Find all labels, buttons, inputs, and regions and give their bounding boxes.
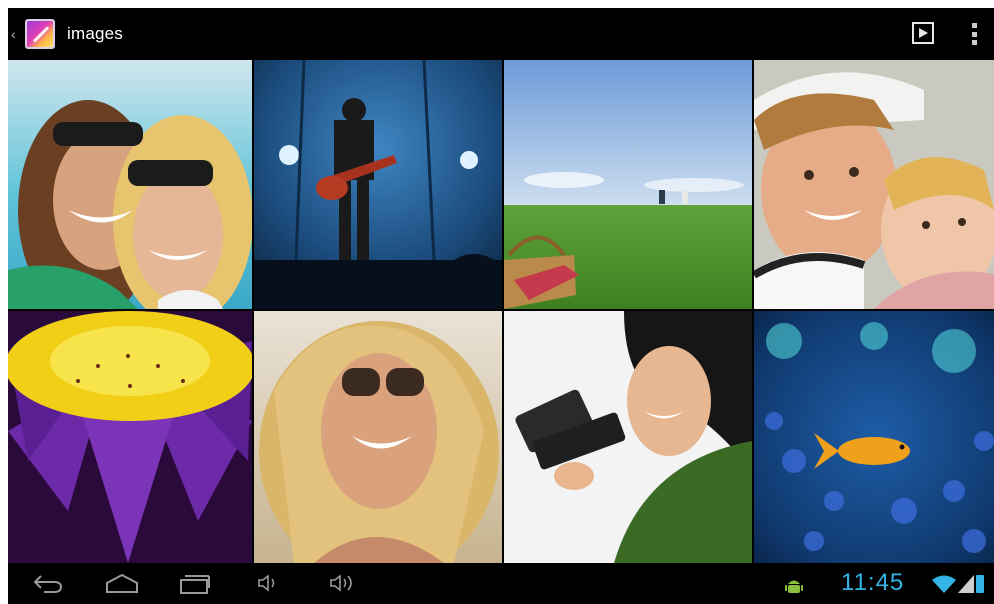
thumbnail-woman-with-smartphone[interactable]	[504, 311, 752, 563]
volume-up-icon	[330, 574, 352, 592]
photo-grid	[8, 60, 994, 563]
back-button[interactable]	[32, 572, 64, 594]
battery-icon	[976, 575, 984, 593]
recent-apps-icon	[180, 575, 210, 594]
android-icon[interactable]	[784, 575, 804, 600]
home-button[interactable]	[104, 572, 140, 594]
cell-signal-icon	[958, 575, 974, 598]
thumbnail-guitarist-on-stage[interactable]	[254, 60, 502, 309]
recent-apps-button[interactable]	[178, 572, 212, 594]
gallery-app-icon[interactable]	[25, 19, 55, 49]
clock[interactable]: 11:45	[841, 569, 904, 597]
volume-down-icon	[258, 574, 275, 592]
overflow-dot	[971, 40, 977, 45]
thumbnail-purple-yellow-flower-macro[interactable]	[8, 311, 252, 563]
overflow-dot	[971, 23, 977, 28]
thumbnail-two-women-sunglasses-beach[interactable]	[8, 60, 252, 309]
action-bar: ‹ images	[8, 8, 994, 60]
thumbnail-picnic-basket-field[interactable]	[504, 60, 752, 309]
slideshow-button[interactable]	[912, 22, 934, 44]
overflow-menu-button[interactable]	[968, 20, 980, 48]
chevron-left-icon[interactable]: ‹	[11, 26, 21, 42]
slideshow-play-icon	[919, 28, 928, 38]
volume-down-button[interactable]	[256, 572, 282, 594]
volume-up-button[interactable]	[328, 572, 358, 594]
thumbnail-orange-fish-blue-bokeh[interactable]	[754, 311, 994, 563]
album-title: images	[67, 24, 124, 43]
system-nav-bar: 11:45	[8, 563, 994, 604]
thumbnail-blonde-woman-sunglasses[interactable]	[254, 311, 502, 563]
home-icon	[106, 573, 138, 593]
tablet-screen: ‹ images 11:45	[8, 8, 994, 604]
thumbnail-two-smiling-children[interactable]	[754, 60, 994, 309]
back-icon	[33, 575, 63, 593]
overflow-dot	[971, 31, 977, 37]
wifi-icon	[932, 575, 956, 598]
